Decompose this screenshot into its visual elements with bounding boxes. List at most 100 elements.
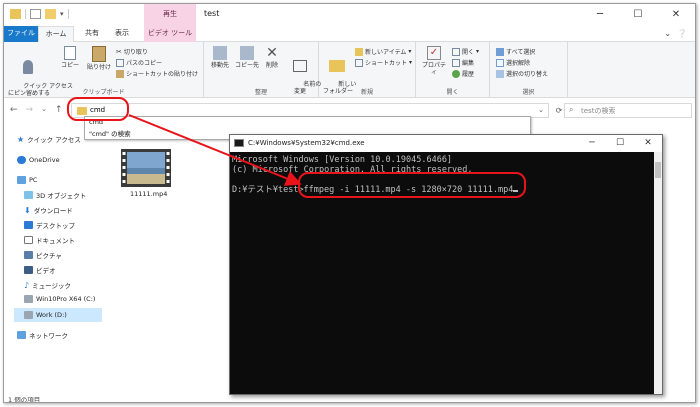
ribbon-tabs: ファイル ホーム 共有 表示 ビデオ ツール ⌄ ❔ (4, 26, 695, 42)
nav-pc[interactable]: PC (17, 176, 37, 184)
divider (25, 9, 26, 19)
open-button[interactable]: 開く ▾ (452, 47, 479, 56)
edit-button[interactable]: 編集 (452, 58, 474, 67)
paste-shortcut-button[interactable]: ショートカットの貼り付け (116, 69, 198, 78)
folder-icon[interactable] (10, 9, 21, 19)
nav-buttons: ← → ⌄ ↑ (10, 105, 63, 115)
search-box[interactable]: ⌕ testの検索 (564, 103, 692, 118)
new-group-label: 新規 (360, 89, 373, 96)
copy-to-icon (240, 46, 254, 60)
ribbon-collapse-icon[interactable]: ⌄ (664, 29, 671, 38)
qa-chevron-down-icon[interactable]: ▾ (60, 10, 64, 18)
chevron-down-icon: ▾ (409, 59, 413, 66)
nav-drive-c[interactable]: Win10Pro X64 (C:) (24, 295, 95, 303)
ribbon-right-controls: ⌄ ❔ (664, 29, 687, 38)
nav-documents[interactable]: ドキュメント (24, 235, 75, 245)
status-bar: 1 個の項目 (8, 396, 41, 403)
cmd-window-controls: ─ ☐ ✕ (578, 135, 662, 152)
properties-check-icon[interactable] (30, 9, 41, 19)
close-button[interactable]: ✕ (657, 4, 695, 26)
nav-label: ネットワーク (29, 332, 68, 340)
move-to-button[interactable]: 移動先 (208, 46, 232, 69)
file-name[interactable]: 11111.mp4 (130, 190, 167, 198)
select-group-label: 選択 (522, 89, 535, 96)
download-icon: ⬇ (24, 205, 31, 215)
chevron-down-icon: ▾ (476, 48, 480, 55)
nav-onedrive[interactable]: OneDrive (17, 156, 60, 164)
properties-icon: ✓ (427, 46, 441, 60)
video-thumbnail[interactable] (121, 149, 171, 187)
copy-path-button[interactable]: パスのコピー (116, 58, 162, 67)
cmd-minimize-button[interactable]: ─ (578, 135, 606, 152)
paste-button[interactable]: 貼り付け (86, 46, 112, 71)
nav-label: Work (D:) (36, 311, 67, 319)
tab-video-tools[interactable]: ビデオ ツール (144, 26, 196, 42)
cmd-title-bar: C:¥Windows¥System32¥cmd.exe ─ ☐ ✕ (230, 135, 662, 152)
select-none-button[interactable]: 選択解除 (496, 58, 530, 67)
select-all-icon (496, 47, 504, 56)
select-group: すべて選択 選択解除 選択の切り替え 選択 (490, 42, 568, 98)
invert-selection-button[interactable]: 選択の切り替え (496, 69, 548, 78)
nav-desktop[interactable]: デスクトップ (24, 220, 75, 230)
history-button[interactable]: 履歴 (452, 69, 474, 78)
nav-drive-d[interactable]: Work (D:) (14, 308, 102, 322)
nav-downloads[interactable]: ⬇ ダウンロード (24, 205, 73, 216)
nav-music[interactable]: ♪ ミュージック (24, 280, 71, 291)
tab-home[interactable]: ホーム (38, 26, 74, 42)
new-item-label: 新しいアイテム (365, 49, 407, 56)
help-icon[interactable]: ❔ (677, 29, 687, 38)
organize-group: 移動先 コピー先 ✕ 削除 名前の 変更 整理 (204, 42, 321, 98)
nav-network[interactable]: ネットワーク (17, 330, 68, 340)
invert-selection-icon (496, 69, 504, 78)
window-title: test (204, 9, 220, 18)
network-icon (17, 331, 26, 339)
back-arrow-icon[interactable]: ← (10, 105, 18, 115)
tab-file[interactable]: ファイル (4, 26, 38, 42)
cmd-maximize-button[interactable]: ☐ (606, 135, 634, 152)
cmd-scroll-thumb[interactable] (655, 162, 661, 178)
search-placeholder[interactable]: testの検索 (581, 106, 615, 116)
quick-access-toolbar: ▾ (10, 9, 69, 19)
history-label: 履歴 (462, 71, 475, 78)
pc-icon (17, 176, 26, 184)
delete-icon: ✕ (266, 45, 278, 61)
nav-videos[interactable]: ビデオ (24, 265, 56, 275)
cut-button[interactable]: ✂ 切り取り (116, 47, 148, 57)
nav-pictures[interactable]: ピクチャ (24, 250, 62, 260)
cmd-close-button[interactable]: ✕ (634, 135, 662, 152)
nav-label: ドキュメント (36, 237, 75, 245)
console-line: Microsoft Windows [Version 10.0.19045.64… (232, 155, 453, 165)
copy-to-button[interactable]: コピー先 (234, 46, 260, 69)
tab-view[interactable]: 表示 (110, 26, 134, 42)
nav-3d-objects[interactable]: 3D オブジェクト (24, 190, 86, 200)
contextual-tab-header: 再生 (144, 4, 196, 26)
shortcut-button[interactable]: ショートカット ▾ (355, 58, 412, 67)
ribbon: クイック アクセス にピン留めする コピー 貼り付け ✂ 切り取り パスのコピー… (4, 42, 695, 98)
drive-icon (24, 295, 33, 303)
new-folder-icon[interactable] (45, 9, 56, 19)
tab-share[interactable]: 共有 (80, 26, 104, 42)
up-arrow-icon[interactable]: ↑ (55, 105, 63, 115)
select-all-button[interactable]: すべて選択 (496, 47, 535, 56)
cmd-scrollbar[interactable] (654, 152, 662, 394)
copy-button[interactable]: コピー (60, 46, 80, 69)
nav-label: ダウンロード (33, 207, 73, 215)
scissors-icon: ✂ (116, 47, 122, 56)
select-none-label: 選択解除 (506, 60, 531, 67)
invert-selection-label: 選択の切り替え (506, 71, 549, 78)
minimize-button[interactable]: ─ (581, 4, 619, 26)
autocomplete-item[interactable]: "cmd" の検索 (89, 128, 131, 138)
address-dropdown-icon[interactable]: ⌄ (538, 106, 544, 114)
clipboard-group-label: クリップボード (82, 89, 125, 96)
maximize-button[interactable]: ☐ (619, 4, 657, 26)
video-icon (24, 266, 33, 274)
delete-button[interactable]: ✕ 削除 (264, 46, 280, 69)
paste-shortcut-icon (116, 69, 124, 78)
nav-quick-access[interactable]: ★ クイック アクセス (17, 134, 81, 145)
recent-chevron-icon[interactable]: ⌄ (41, 105, 47, 115)
new-folder-icon (329, 60, 345, 72)
forward-arrow-icon[interactable]: → (26, 105, 34, 115)
new-item-button[interactable]: 新しいアイテム ▾ (355, 47, 411, 56)
nav-label: PC (29, 176, 38, 184)
properties-button[interactable]: ✓ プロパティ (420, 46, 448, 76)
